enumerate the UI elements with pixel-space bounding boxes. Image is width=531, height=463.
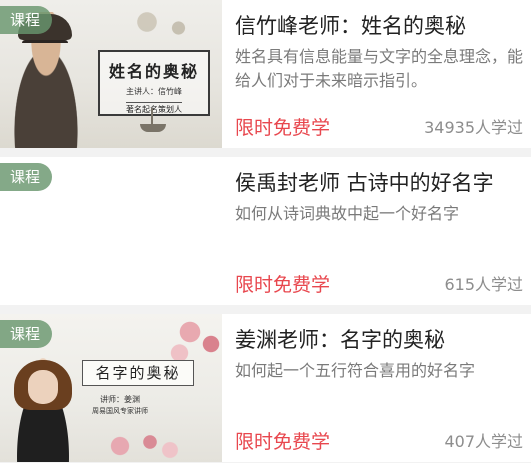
course-list: 姓名的奥秘 主讲人：信竹峰 著名起名策划人 课程 信竹峰老师：姓名的奥秘 姓名具… <box>0 0 531 463</box>
thumbnail-title-board: 姓名的奥秘 主讲人：信竹峰 著名起名策划人 <box>98 50 210 116</box>
teacher-glasses <box>22 40 68 53</box>
course-title[interactable]: 姜渊老师：名字的奥秘 <box>235 324 527 354</box>
thumbnail-board-role: 周易国风专家讲师 <box>92 407 148 415</box>
course-thumbnail[interactable]: 课程 <box>0 157 222 305</box>
course-description: 姓名具有信息能量与文字的全息理念，能给人们对于未来暗示指引。 <box>235 47 524 90</box>
course-title[interactable]: 信竹峰老师：姓名的奥秘 <box>235 10 527 40</box>
plum-blossom-decoration <box>90 426 190 462</box>
teacher-face <box>28 370 58 404</box>
thumbnail-board-role: 著名起名策划人 <box>126 102 182 115</box>
learner-count: 34935人学过 <box>424 118 523 137</box>
learner-count: 615人学过 <box>444 275 523 294</box>
thumbnail-board-speaker: 讲师：姜渊 <box>100 395 140 404</box>
boat-mast-decoration <box>151 108 153 124</box>
course-card[interactable]: 课程 侯禹封老师 古诗中的好名字 如何从诗词典故中起一个好名字 限时免费学 61… <box>0 157 531 305</box>
free-promo-label: 限时免费学 <box>235 274 331 296</box>
course-thumbnail[interactable]: 名字的奥秘 讲师：姜渊 周易国风专家讲师 课程 <box>0 314 222 462</box>
course-thumbnail[interactable]: 姓名的奥秘 主讲人：信竹峰 著名起名策划人 课程 <box>0 0 222 148</box>
course-description: 如何从诗词典故中起一个好名字 <box>235 204 460 223</box>
thumbnail-board-speaker: 主讲人：信竹峰 <box>126 87 182 96</box>
ink-branch-decoration <box>120 6 210 46</box>
course-card[interactable]: 姓名的奥秘 主讲人：信竹峰 著名起名策划人 课程 信竹峰老师：姓名的奥秘 姓名具… <box>0 0 531 148</box>
free-promo-label: 限时免费学 <box>235 431 331 453</box>
course-tag: 课程 <box>0 320 53 348</box>
course-description: 如何起一个五行符合喜用的好名字 <box>235 361 476 380</box>
course-title[interactable]: 侯禹封老师 古诗中的好名字 <box>235 167 527 197</box>
boat-decoration <box>140 124 166 132</box>
learner-count: 407人学过 <box>444 432 523 451</box>
thumbnail-board-title: 姓名的奥秘 <box>108 62 199 81</box>
free-promo-label: 限时免费学 <box>235 117 331 139</box>
course-tag: 课程 <box>0 6 53 34</box>
course-card[interactable]: 名字的奥秘 讲师：姜渊 周易国风专家讲师 课程 姜渊老师：名字的奥秘 如何起一个… <box>0 314 531 462</box>
thumbnail-board-title: 名字的奥秘 <box>82 360 194 386</box>
course-tag: 课程 <box>0 163 53 191</box>
